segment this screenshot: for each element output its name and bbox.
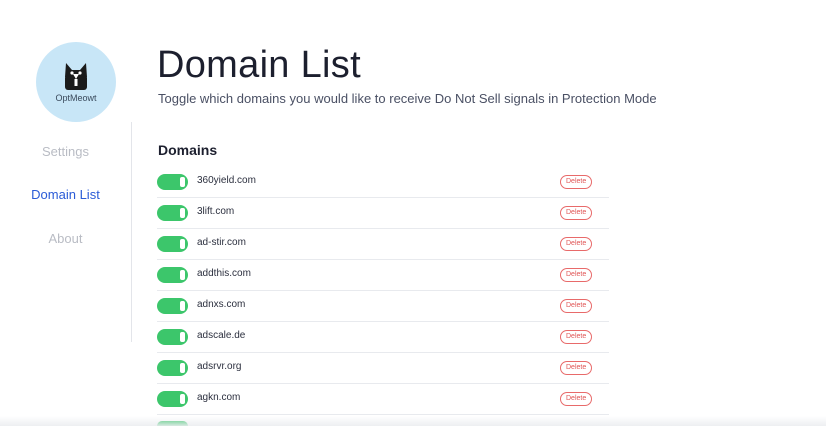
page-title: Domain List [157,44,361,86]
domain-toggle[interactable] [157,267,188,283]
delete-button[interactable]: Delete [560,361,593,375]
domain-row: adscale.de Delete [157,322,609,353]
logo[interactable]: OptMeowt [36,42,116,122]
delete-button[interactable]: Delete [560,175,593,189]
domain-name: adscale.de [197,330,246,341]
domain-row: adnxs.com Delete [157,291,609,322]
toggle-knob [180,177,185,187]
toggle-knob [180,239,185,249]
toggle-knob [180,270,185,280]
delete-button[interactable]: Delete [560,237,593,251]
toggle-knob [180,394,185,404]
delete-button[interactable]: Delete [560,206,593,220]
domain-toggle[interactable] [157,391,188,407]
sidebar-item-domain-list[interactable]: Domain List [0,187,131,202]
delete-button[interactable]: Delete [560,392,593,406]
domain-row: ad-stir.com Delete [157,229,609,260]
toggle-knob [180,363,185,373]
domain-name: adnxs.com [197,299,246,310]
domain-name: 3lift.com [197,206,235,217]
domain-row: adsrvr.org Delete [157,353,609,384]
delete-button[interactable]: Delete [560,268,593,282]
scroll-shadow [0,416,826,426]
domain-name: ad-stir.com [197,237,246,248]
sidebar-item-settings[interactable]: Settings [0,144,131,159]
domain-toggle[interactable] [157,329,188,345]
cat-icon [62,61,90,91]
domain-list: 360yield.com Delete 3lift.com Delete ad-… [157,167,609,415]
domain-toggle[interactable] [157,205,188,221]
toggle-knob [180,301,185,311]
delete-button[interactable]: Delete [560,299,593,313]
sidebar-item-about[interactable]: About [0,231,131,246]
section-heading: Domains [158,142,218,158]
domain-name: agkn.com [197,392,241,403]
domain-name: adsrvr.org [197,361,242,372]
logo-text: OptMeowt [55,93,97,103]
domain-row: agkn.com Delete [157,384,609,415]
delete-button[interactable]: Delete [560,330,593,344]
domain-toggle[interactable] [157,174,188,190]
domain-name: addthis.com [197,268,251,279]
domain-name: 360yield.com [197,175,256,186]
toggle-knob [180,208,185,218]
domain-toggle[interactable] [157,360,188,376]
domain-row: 360yield.com Delete [157,167,609,198]
domain-toggle[interactable] [157,298,188,314]
domain-row: addthis.com Delete [157,260,609,291]
sidebar-divider [131,122,132,342]
domain-toggle[interactable] [157,236,188,252]
page: OptMeowt Settings Domain List About Doma… [0,0,826,426]
domain-row: 3lift.com Delete [157,198,609,229]
toggle-knob [180,332,185,342]
page-subtitle: Toggle which domains you would like to r… [158,91,657,106]
